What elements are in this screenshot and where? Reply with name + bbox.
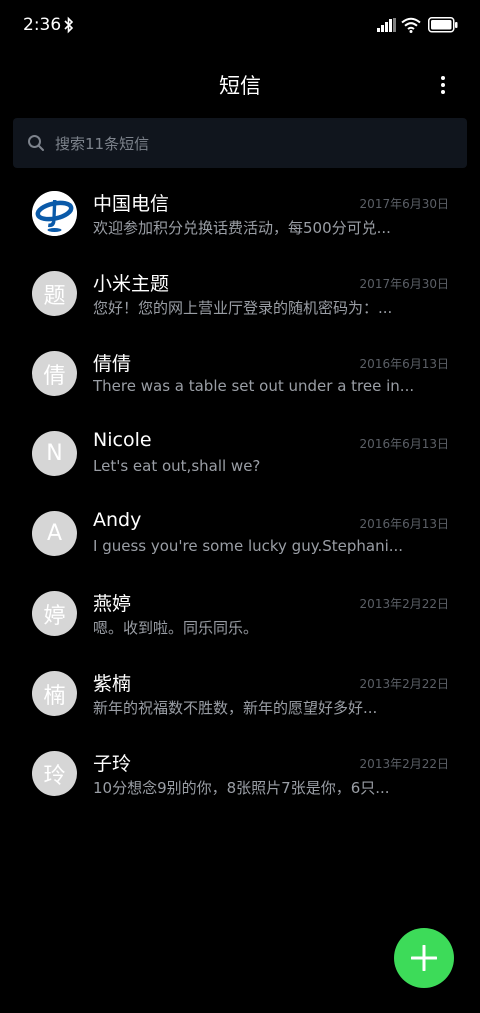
thread-name: Andy <box>93 509 142 531</box>
thread-preview: 10分想念9别的你，8张照片7张是你，6只... <box>93 779 390 797</box>
thread-item[interactable]: 婷 燕婷 2013年2月22日 嗯。收到啦。同乐同乐。 <box>0 573 480 653</box>
thread-preview: 欢迎参加积分兑换话费活动，每500分可兑... <box>93 219 391 237</box>
page-title: 短信 <box>219 74 261 98</box>
avatar: 玲 <box>32 751 77 796</box>
thread-date: 2017年6月30日 <box>359 277 449 291</box>
avatar: 楠 <box>32 671 77 716</box>
thread-date: 2016年6月13日 <box>359 357 449 371</box>
thread-date: 2013年2月22日 <box>359 677 449 691</box>
search-input[interactable]: 搜索11条短信 <box>13 118 467 168</box>
avatar: 倩 <box>32 351 77 396</box>
thread-date: 2013年2月22日 <box>359 597 449 611</box>
thread-item[interactable]: A Andy 2016年6月13日 I guess you're some lu… <box>0 493 480 573</box>
thread-item[interactable]: 题 小米主题 2017年6月30日 您好！您的网上营业厅登录的随机密码为：... <box>0 253 480 333</box>
thread-date: 2016年6月13日 <box>359 437 449 451</box>
thread-date: 2016年6月13日 <box>359 517 449 531</box>
bluetooth-icon <box>64 16 74 34</box>
thread-name: 燕婷 <box>93 593 132 615</box>
thread-preview: 您好！您的网上营业厅登录的随机密码为：... <box>93 299 393 317</box>
thread-preview: Let's eat out,shall we? <box>93 457 261 475</box>
thread-name: Nicole <box>93 429 152 451</box>
search-icon <box>28 135 44 151</box>
thread-preview: 嗯。收到啦。同乐同乐。 <box>93 619 259 637</box>
status-time: 2:36 <box>23 15 62 35</box>
thread-preview: 新年的祝福数不胜数，新年的愿望好多好... <box>93 699 378 717</box>
battery-icon <box>428 17 458 33</box>
thread-name: 子玲 <box>93 753 132 775</box>
thread-item[interactable]: 中国电信 2017年6月30日 欢迎参加积分兑换话费活动，每500分可兑... <box>0 173 480 253</box>
signal-icon <box>377 18 396 32</box>
thread-item[interactable]: N Nicole 2016年6月13日 Let's eat out,shall … <box>0 413 480 493</box>
thread-name: 紫楠 <box>93 673 132 695</box>
thread-name: 小米主题 <box>93 273 170 295</box>
thread-item[interactable]: 楠 紫楠 2013年2月22日 新年的祝福数不胜数，新年的愿望好多好... <box>0 653 480 733</box>
avatar: 题 <box>32 271 77 316</box>
app-header: 短信 <box>0 60 480 108</box>
thread-preview: There was a table set out under a tree i… <box>93 377 415 395</box>
thread-name: 倩倩 <box>93 353 132 375</box>
plus-icon <box>411 945 437 971</box>
thread-list: 中国电信 2017年6月30日 欢迎参加积分兑换话费活动，每500分可兑... … <box>0 173 480 813</box>
thread-item[interactable]: 倩 倩倩 2016年6月13日 There was a table set ou… <box>0 333 480 413</box>
compose-button[interactable] <box>394 928 454 988</box>
thread-preview: I guess you're some lucky guy.Stephani..… <box>93 537 404 555</box>
china-telecom-logo-avatar <box>32 191 77 236</box>
avatar: 婷 <box>32 591 77 636</box>
avatar: A <box>32 511 77 556</box>
thread-date: 2013年2月22日 <box>359 757 449 771</box>
thread-item[interactable]: 玲 子玲 2013年2月22日 10分想念9别的你，8张照片7张是你，6只... <box>0 733 480 813</box>
status-bar: 2:36 <box>0 0 480 52</box>
thread-name: 中国电信 <box>93 193 170 215</box>
wifi-icon <box>401 17 421 33</box>
avatar: N <box>32 431 77 476</box>
china-telecom-logo-icon <box>32 191 77 236</box>
more-options-button[interactable] <box>428 70 458 100</box>
search-placeholder: 搜索11条短信 <box>55 135 150 153</box>
more-vertical-icon <box>441 76 445 94</box>
thread-date: 2017年6月30日 <box>359 197 449 211</box>
